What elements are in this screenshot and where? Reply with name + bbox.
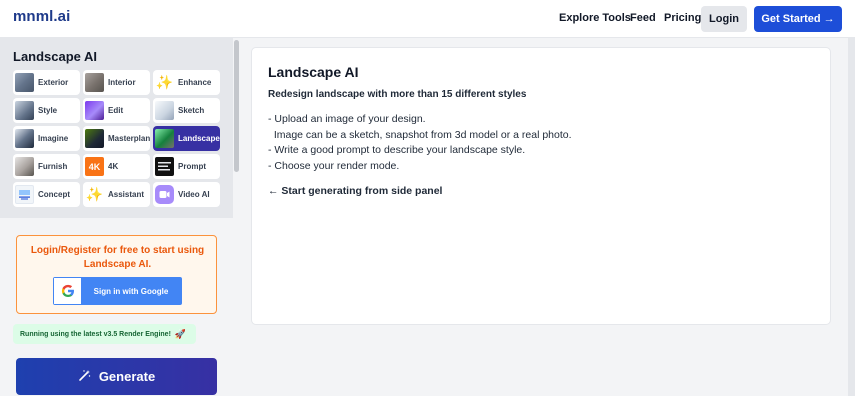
- tool-masterplan[interactable]: Masterplan: [83, 126, 150, 151]
- tool-label: Imagine: [38, 134, 69, 143]
- login-button[interactable]: Login: [701, 6, 747, 32]
- tool-sketch[interactable]: Sketch: [153, 98, 220, 123]
- sketch-thumbnail: [155, 101, 174, 120]
- tool-interior[interactable]: Interior: [83, 70, 150, 95]
- furnish-thumbnail: [15, 157, 34, 176]
- tool-label: Edit: [108, 106, 124, 115]
- video-icon: [155, 185, 174, 204]
- video-camera-icon: [159, 191, 170, 198]
- google-sign-in-label: Sign in with Google: [93, 286, 169, 296]
- tool-label: Style: [38, 106, 58, 115]
- tool-label: Masterplan: [108, 134, 151, 143]
- instruction-item: - Write a good prompt to describe your l…: [268, 144, 526, 156]
- tool-label: Exterior: [38, 78, 69, 87]
- tool-panel: Landscape AI Exterior Interior ✨ Enhance…: [0, 38, 234, 218]
- google-logo-icon: [54, 278, 81, 304]
- tool-label: Landscape: [178, 134, 220, 143]
- logo[interactable]: mnml.ai: [13, 8, 70, 25]
- instructions-list: - Upload an image of your design. Image …: [268, 112, 572, 174]
- prompt-text-lines-icon: [158, 162, 171, 171]
- sidebar-scrollbar[interactable]: [233, 38, 240, 396]
- tool-label: 4K: [108, 162, 119, 171]
- page-subtitle: Redesign landscape with more than 15 dif…: [268, 89, 527, 100]
- landscape-thumbnail: [155, 129, 174, 148]
- tool-label: Concept: [38, 190, 70, 199]
- render-engine-text: Running using the latest v3.5 Render Eng…: [20, 330, 171, 338]
- render-engine-badge: Running using the latest v3.5 Render Eng…: [13, 324, 196, 344]
- tool-label: Enhance: [178, 78, 212, 87]
- nav-pricing[interactable]: Pricing: [664, 12, 701, 24]
- sparkles-icon: ✨: [155, 73, 174, 92]
- arrow-right-icon: →: [823, 13, 835, 25]
- get-started-button[interactable]: Get Started →: [754, 6, 842, 32]
- login-register-prompt: Login/Register for free to start using L…: [30, 245, 205, 270]
- info-card: Landscape AI Redesign landscape with mor…: [251, 47, 831, 325]
- page-title: Landscape AI: [268, 64, 359, 80]
- tool-label: Furnish: [38, 162, 68, 171]
- magic-wand-svg: [79, 369, 91, 381]
- tool-label: Sketch: [178, 106, 205, 115]
- tool-edit[interactable]: Edit: [83, 98, 150, 123]
- rocket-icon: 🚀: [174, 328, 187, 339]
- 4k-badge-icon: 4K: [85, 157, 104, 176]
- tool-concept[interactable]: Concept: [13, 182, 80, 207]
- edit-thumbnail: [85, 101, 104, 120]
- tool-exterior[interactable]: Exterior: [13, 70, 80, 95]
- style-thumbnail: [15, 101, 34, 120]
- imagine-thumbnail: [15, 129, 34, 148]
- instruction-item: Image can be a sketch, snapshot from 3d …: [268, 128, 572, 141]
- top-navbar: mnml.ai Explore Tools Feed Pricing Login…: [0, 0, 855, 38]
- start-generating-hint: ← Start generating from side panel: [268, 185, 443, 197]
- interior-thumbnail: [85, 73, 104, 92]
- exterior-thumbnail: [15, 73, 34, 92]
- generate-label: Generate: [98, 369, 156, 384]
- tool-label: Prompt: [178, 162, 206, 171]
- sidebar-title: Landscape AI: [13, 49, 98, 64]
- tool-4k[interactable]: 4K 4K: [83, 154, 150, 179]
- concept-icon: [19, 190, 30, 200]
- tool-label: Interior: [108, 78, 136, 87]
- tool-prompt[interactable]: Prompt: [153, 154, 220, 179]
- tool-video-ai[interactable]: Video AI: [153, 182, 220, 207]
- login-register-box: Login/Register for free to start using L…: [16, 235, 217, 314]
- nav-explore-tools[interactable]: Explore Tools: [559, 12, 631, 24]
- tool-label: Video AI: [178, 190, 210, 199]
- sidebar-scroll-thumb[interactable]: [234, 40, 239, 172]
- google-g-icon: [61, 284, 74, 297]
- generate-button[interactable]: Generate: [16, 358, 217, 395]
- tool-label: Assistant: [108, 190, 145, 199]
- sidebar: Landscape AI Exterior Interior ✨ Enhance…: [0, 38, 240, 396]
- google-sign-in-button[interactable]: Sign in with Google: [53, 277, 182, 305]
- get-started-label: Get Started: [761, 13, 821, 25]
- prompt-thumbnail: [155, 157, 174, 176]
- tool-style[interactable]: Style: [13, 98, 80, 123]
- magic-wand-icon: [78, 369, 91, 385]
- tool-imagine[interactable]: Imagine: [13, 126, 80, 151]
- nav-feed[interactable]: Feed: [630, 12, 656, 24]
- masterplan-thumbnail: [85, 129, 104, 148]
- tool-furnish[interactable]: Furnish: [13, 154, 80, 179]
- login-button-label: Login: [709, 13, 739, 25]
- window-scrollbar[interactable]: [848, 38, 855, 396]
- tool-enhance[interactable]: ✨ Enhance: [153, 70, 220, 95]
- sparkles-icon: ✨: [85, 185, 104, 204]
- tool-landscape[interactable]: Landscape: [153, 126, 220, 151]
- instruction-item: - Upload an image of your design.: [268, 113, 426, 125]
- concept-thumbnail: [15, 185, 34, 204]
- instruction-item: - Choose your render mode.: [268, 159, 400, 172]
- tool-assistant[interactable]: ✨ Assistant: [83, 182, 150, 207]
